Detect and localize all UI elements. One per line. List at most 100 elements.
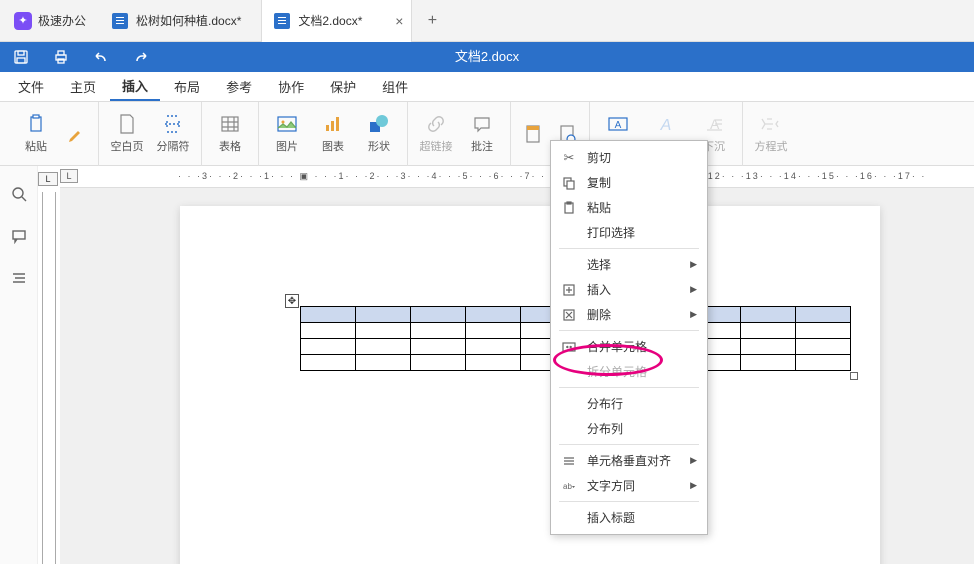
close-icon[interactable]: × [395, 13, 403, 29]
table-move-handle[interactable]: ✥ [285, 294, 299, 308]
shapes-icon [367, 113, 391, 135]
separator [559, 501, 699, 502]
headings-panel-icon[interactable] [11, 270, 27, 286]
chevron-right-icon: ▶ [690, 309, 697, 320]
comment-icon [470, 113, 494, 135]
comments-panel-icon[interactable] [11, 228, 27, 244]
document-icon [112, 13, 128, 29]
copy-icon [561, 175, 577, 191]
redo-icon[interactable] [132, 48, 150, 66]
merge-cells-icon [561, 339, 577, 355]
comment-button[interactable]: 批注 [462, 106, 502, 162]
add-tab-button[interactable]: + [412, 12, 452, 30]
separator [559, 248, 699, 249]
chart-button[interactable]: 图表 [313, 106, 353, 162]
chart-icon [321, 113, 345, 135]
valign-icon [561, 453, 577, 469]
cm-merge-cells[interactable]: 合并单元格 [551, 334, 707, 359]
document-icon [274, 13, 290, 29]
cm-paste[interactable]: 粘贴 [551, 195, 707, 220]
cm-insert-caption[interactable]: 插入标题 [551, 505, 707, 530]
clipboard-icon [24, 113, 48, 135]
table-button[interactable]: 表格 [210, 106, 250, 162]
cm-cell-valign[interactable]: 单元格垂直对齐▶ [551, 448, 707, 473]
wordart-icon: A [654, 113, 678, 135]
context-menu: ✂剪切 复制 粘贴 打印选择 选择▶ 插入▶ 删除▶ 合并单元格 拆分单元格 分… [550, 140, 708, 535]
svg-text:A: A [615, 120, 622, 131]
print-icon[interactable] [52, 48, 70, 66]
cm-cut[interactable]: ✂剪切 [551, 145, 707, 170]
app-logo-icon: ✦ [14, 12, 32, 30]
paste-icon [561, 200, 577, 216]
menu-bar: 文件 主页 插入 布局 参考 协作 保护 组件 [0, 72, 974, 102]
table-icon [218, 113, 242, 135]
document-viewport[interactable]: L · · ·3· · ·2· · ·1· · · ▣ · · ·1· · ·2… [60, 166, 974, 564]
horizontal-ruler[interactable]: L · · ·3· · ·2· · ·1· · · ▣ · · ·1· · ·2… [60, 166, 974, 188]
shape-button[interactable]: 形状 [359, 106, 399, 162]
menu-insert[interactable]: 插入 [110, 72, 160, 101]
ribbon: 粘贴 空白页 分隔符 表格 图片 图表 形状 [0, 102, 974, 166]
svg-text:ab: ab [563, 482, 572, 491]
insert-icon [561, 282, 577, 298]
equation-button[interactable]: 方程式 [751, 106, 791, 162]
editor-area: L L · · ·3· · ·2· · ·1· · · ▣ · · ·1· · … [0, 166, 974, 564]
chevron-right-icon: ▶ [690, 284, 697, 295]
save-icon[interactable] [12, 48, 30, 66]
blank-page-button[interactable]: 空白页 [107, 106, 147, 162]
cm-delete[interactable]: 删除▶ [551, 302, 707, 327]
format-painter-button[interactable] [62, 106, 90, 162]
separator [559, 387, 699, 388]
header-button[interactable] [519, 106, 547, 162]
menu-file[interactable]: 文件 [6, 73, 56, 100]
svg-text:A: A [660, 117, 672, 133]
app-tab[interactable]: ✦ 极速办公 [0, 0, 100, 42]
cut-icon: ✂ [561, 150, 577, 166]
page-icon [115, 113, 139, 135]
separator [559, 444, 699, 445]
menu-layout[interactable]: 布局 [162, 73, 212, 100]
chevron-right-icon: ▶ [690, 259, 697, 270]
find-icon[interactable] [11, 186, 27, 202]
cm-select[interactable]: 选择▶ [551, 252, 707, 277]
vertical-ruler[interactable]: L [38, 166, 60, 564]
tab-bar: ✦ 极速办公 松树如何种植.docx* 文档2.docx* × + [0, 0, 974, 42]
image-icon [275, 113, 299, 135]
left-tool-panel [0, 166, 38, 564]
menu-references[interactable]: 参考 [214, 73, 264, 100]
cm-split-cells: 拆分单元格 [551, 359, 707, 384]
cm-text-direction[interactable]: ab文字方同▶ [551, 473, 707, 498]
equation-icon [759, 113, 783, 135]
quick-access-bar [0, 42, 974, 72]
cm-insert[interactable]: 插入▶ [551, 277, 707, 302]
undo-icon[interactable] [92, 48, 110, 66]
chevron-right-icon: ▶ [690, 480, 697, 491]
app-name: 极速办公 [38, 12, 86, 29]
chevron-right-icon: ▶ [690, 455, 697, 466]
picture-button[interactable]: 图片 [267, 106, 307, 162]
menu-home[interactable]: 主页 [58, 73, 108, 100]
brush-icon [64, 123, 88, 145]
tab-label: 松树如何种植.docx* [136, 12, 241, 29]
header-icon [521, 123, 545, 145]
page-break-button[interactable]: 分隔符 [153, 106, 193, 162]
document-tab-1[interactable]: 文档2.docx* × [262, 0, 412, 42]
separator [559, 330, 699, 331]
cm-copy[interactable]: 复制 [551, 170, 707, 195]
menu-collaboration[interactable]: 协作 [266, 73, 316, 100]
table-resize-handle[interactable] [850, 372, 858, 380]
menu-plugins[interactable]: 组件 [370, 73, 420, 100]
cm-distribute-rows[interactable]: 分布行 [551, 391, 707, 416]
dropcap-icon: A [702, 113, 726, 135]
cm-print-selection[interactable]: 打印选择 [551, 220, 707, 245]
document-tab-0[interactable]: 松树如何种植.docx* [100, 0, 262, 42]
menu-protect[interactable]: 保护 [318, 73, 368, 100]
link-icon [424, 113, 448, 135]
cm-distribute-cols[interactable]: 分布列 [551, 416, 707, 441]
page-break-icon [161, 113, 185, 135]
textbox-icon: A [606, 113, 630, 135]
document-page[interactable] [180, 206, 880, 564]
paste-button[interactable]: 粘贴 [16, 106, 56, 162]
delete-icon [561, 307, 577, 323]
hyperlink-button[interactable]: 超链接 [416, 106, 456, 162]
text-direction-icon: ab [561, 478, 577, 494]
